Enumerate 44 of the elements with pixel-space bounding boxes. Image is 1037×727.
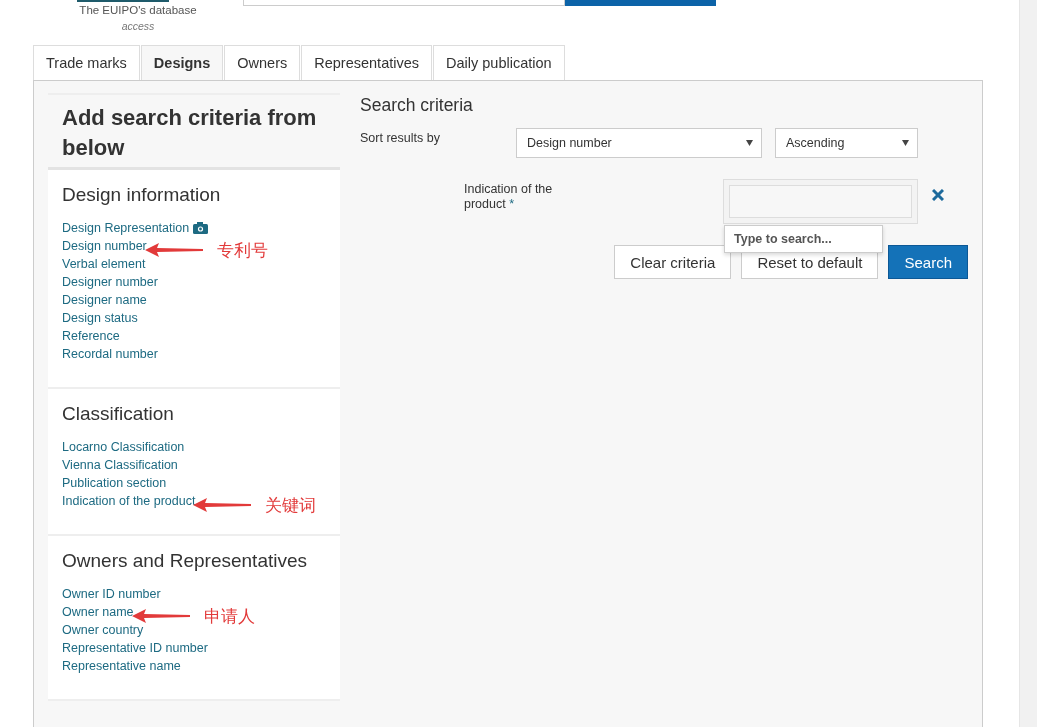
close-icon[interactable]: [932, 189, 944, 201]
criteria-link[interactable]: Owner ID number: [62, 587, 161, 601]
criteria-link[interactable]: Design Representation: [62, 221, 190, 235]
annotation-label: 申请人: [203, 605, 255, 628]
sort-order-select[interactable]: Ascending: [775, 128, 918, 158]
criteria-link[interactable]: Owner country: [62, 623, 144, 637]
tagline: The EUIPO's database: [79, 4, 197, 16]
criteria-link[interactable]: Designer number: [62, 275, 158, 289]
caret-icon: [902, 140, 909, 146]
section-title: Owners and Representatives: [62, 550, 308, 572]
sort-field-select[interactable]: Design number: [516, 128, 762, 158]
annotation-label: 专利号: [216, 239, 268, 262]
tab[interactable]: Trade marks: [33, 45, 140, 80]
criteria-link[interactable]: Indication of the product: [62, 494, 196, 508]
field-label: Indication of the product *: [464, 182, 554, 212]
criteria-title: Search criteria: [360, 95, 474, 116]
criteria-link[interactable]: Reference: [62, 329, 120, 343]
sort-label: Sort results by: [360, 130, 441, 147]
tab[interactable]: Designs: [140, 45, 224, 80]
tab[interactable]: Daily publication: [433, 45, 565, 80]
criteria-link[interactable]: Owner name: [62, 605, 134, 619]
autocomplete-dropdown: Type to search...: [724, 225, 883, 253]
arrow-icon: [131, 609, 190, 623]
caret-icon: [746, 140, 753, 146]
scrollbar[interactable]: [1019, 0, 1037, 727]
action-button[interactable]: Clear criteria: [614, 245, 732, 279]
criteria-link[interactable]: Verbal element: [62, 257, 146, 271]
annotation-label: 关键词: [265, 494, 317, 517]
criteria-link[interactable]: Recordal number: [62, 347, 158, 361]
section-title: Classification: [62, 403, 175, 425]
action-button[interactable]: Search: [888, 245, 968, 279]
tagline: access: [121, 20, 155, 32]
camera-icon: [193, 222, 209, 234]
criteria-link[interactable]: Locarno Classification: [62, 440, 185, 454]
criteria-link[interactable]: Design number: [62, 239, 147, 253]
criteria-link[interactable]: Representative ID number: [62, 641, 208, 655]
section-title: Design information: [62, 184, 222, 206]
tab[interactable]: Owners: [224, 45, 301, 80]
criteria-link[interactable]: Design status: [62, 311, 138, 325]
criteria-link[interactable]: Designer name: [62, 293, 147, 307]
criteria-link[interactable]: Representative name: [62, 659, 181, 673]
criteria-link[interactable]: Publication section: [62, 476, 167, 490]
tab[interactable]: Representatives: [301, 45, 432, 80]
criteria-link[interactable]: Vienna Classification: [62, 458, 178, 472]
